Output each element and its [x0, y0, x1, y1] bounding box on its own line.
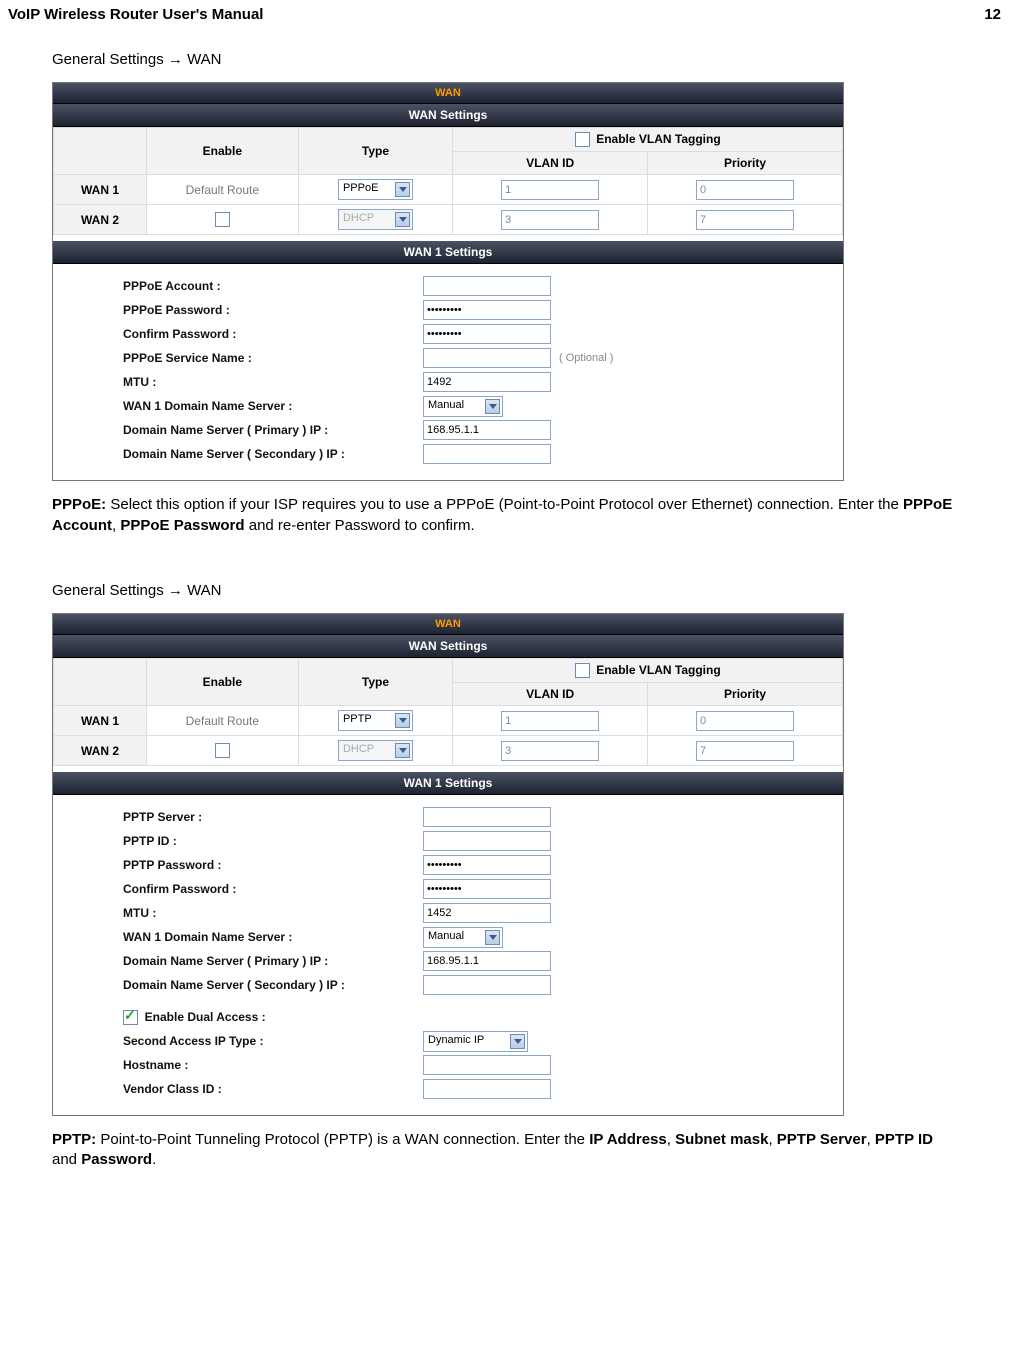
wan2-type-select: DHCP [338, 209, 413, 230]
breadcrumb: General Settings → WAN [52, 582, 957, 599]
col-type: Type [298, 658, 453, 705]
col-enable: Enable [147, 658, 299, 705]
dns-mode-label: WAN 1 Domain Name Server : [123, 930, 423, 944]
dns-mode-label: WAN 1 Domain Name Server : [123, 399, 423, 413]
dual-access-checkbox[interactable] [123, 1010, 138, 1025]
dns-secondary-input[interactable] [423, 975, 551, 995]
doc-title: VoIP Wireless Router User's Manual [8, 6, 263, 23]
pptp-server-input[interactable] [423, 807, 551, 827]
row-wan2: WAN 2 [54, 736, 147, 766]
hostname-label: Hostname : [123, 1058, 423, 1072]
row-wan1: WAN 1 [54, 706, 147, 736]
wan1-vlan-input[interactable] [501, 180, 599, 200]
panel-title-wan: WAN [53, 83, 843, 104]
wan2-enable-checkbox[interactable] [215, 743, 230, 758]
wan2-vlan-input[interactable] [501, 741, 599, 761]
wan2-type-select: DHCP [338, 740, 413, 761]
pppoe-account-label: PPPoE Account : [123, 279, 423, 293]
vendor-class-label: Vendor Class ID : [123, 1082, 423, 1096]
confirm-password-label: Confirm Password : [123, 882, 423, 896]
pptp-password-label: PPTP Password : [123, 858, 423, 872]
wan-panel: WAN WAN Settings Enable Type Enable VLAN… [52, 613, 844, 1116]
wan1-vlan-input[interactable] [501, 711, 599, 731]
page-number: 12 [984, 6, 1001, 23]
mtu-input[interactable] [423, 372, 551, 392]
wan-panel: WAN WAN Settings Enable Type Enable VLAN… [52, 82, 844, 481]
pppoe-service-label: PPPoE Service Name : [123, 351, 423, 365]
wan1-enable: Default Route [147, 175, 299, 205]
confirm-password-input[interactable] [423, 324, 551, 344]
mtu-input[interactable] [423, 903, 551, 923]
col-type: Type [298, 128, 453, 175]
pptp-server-label: PPTP Server : [123, 810, 423, 824]
table-row: WAN 1 Default Route PPTP [54, 706, 843, 736]
panel-title-wan1-settings: WAN 1 Settings [53, 772, 843, 795]
dns-secondary-input[interactable] [423, 444, 551, 464]
wan1-type-select[interactable]: PPPoE [338, 179, 413, 200]
pptp-id-label: PPTP ID : [123, 834, 423, 848]
dns-secondary-label: Domain Name Server ( Secondary ) IP : [123, 447, 423, 461]
wan-table: Enable Type Enable VLAN Tagging VLAN ID … [53, 658, 843, 766]
second-access-type-label: Second Access IP Type : [123, 1034, 423, 1048]
optional-text: ( Optional ) [559, 352, 613, 364]
pptp-description: PPTP: Point-to-Point Tunneling Protocol … [52, 1130, 957, 1171]
col-vlan-id: VLAN ID [453, 152, 648, 175]
wan1-prio-input[interactable] [696, 180, 794, 200]
dns-primary-label: Domain Name Server ( Primary ) IP : [123, 423, 423, 437]
pppoe-password-input[interactable] [423, 300, 551, 320]
pppoe-service-input[interactable] [423, 348, 551, 368]
panel-title-wan-settings: WAN Settings [53, 635, 843, 658]
table-row: WAN 2 DHCP [54, 205, 843, 235]
wan-table: Enable Type Enable VLAN Tagging VLAN ID … [53, 127, 843, 235]
wan1-prio-input[interactable] [696, 711, 794, 731]
panel-title-wan-settings: WAN Settings [53, 104, 843, 127]
mtu-label: MTU : [123, 375, 423, 389]
col-enable: Enable [147, 128, 299, 175]
wan2-prio-input[interactable] [696, 741, 794, 761]
panel-title-wan: WAN [53, 614, 843, 635]
vlan-tagging-checkbox[interactable] [575, 663, 590, 678]
wan2-prio-input[interactable] [696, 210, 794, 230]
dns-mode-select[interactable]: Manual [423, 396, 503, 417]
row-wan1: WAN 1 [54, 175, 147, 205]
wan1-type-select[interactable]: PPTP [338, 710, 413, 731]
pppoe-account-input[interactable] [423, 276, 551, 296]
wan2-enable-checkbox[interactable] [215, 212, 230, 227]
dns-primary-input[interactable] [423, 420, 551, 440]
vendor-class-input[interactable] [423, 1079, 551, 1099]
pptp-id-input[interactable] [423, 831, 551, 851]
mtu-label: MTU : [123, 906, 423, 920]
wan1-enable: Default Route [147, 706, 299, 736]
col-vlan-tagging: Enable VLAN Tagging [596, 132, 720, 146]
pppoe-description: PPPoE: Select this option if your ISP re… [52, 495, 957, 536]
dual-access-label: Enable Dual Access : [145, 1010, 266, 1024]
dns-primary-label: Domain Name Server ( Primary ) IP : [123, 954, 423, 968]
table-row: WAN 1 Default Route PPPoE [54, 175, 843, 205]
col-vlan-tagging: Enable VLAN Tagging [596, 663, 720, 677]
table-row: WAN 2 DHCP [54, 736, 843, 766]
dns-primary-input[interactable] [423, 951, 551, 971]
dns-secondary-label: Domain Name Server ( Secondary ) IP : [123, 978, 423, 992]
pppoe-password-label: PPPoE Password : [123, 303, 423, 317]
confirm-password-label: Confirm Password : [123, 327, 423, 341]
dns-mode-select[interactable]: Manual [423, 927, 503, 948]
vlan-tagging-checkbox[interactable] [575, 132, 590, 147]
breadcrumb: General Settings → WAN [52, 51, 957, 68]
confirm-password-input[interactable] [423, 879, 551, 899]
col-priority: Priority [648, 152, 843, 175]
wan2-vlan-input[interactable] [501, 210, 599, 230]
row-wan2: WAN 2 [54, 205, 147, 235]
panel-title-wan1-settings: WAN 1 Settings [53, 241, 843, 264]
col-priority: Priority [648, 683, 843, 706]
pptp-password-input[interactable] [423, 855, 551, 875]
second-access-type-select[interactable]: Dynamic IP [423, 1031, 528, 1052]
hostname-input[interactable] [423, 1055, 551, 1075]
col-vlan-id: VLAN ID [453, 683, 648, 706]
